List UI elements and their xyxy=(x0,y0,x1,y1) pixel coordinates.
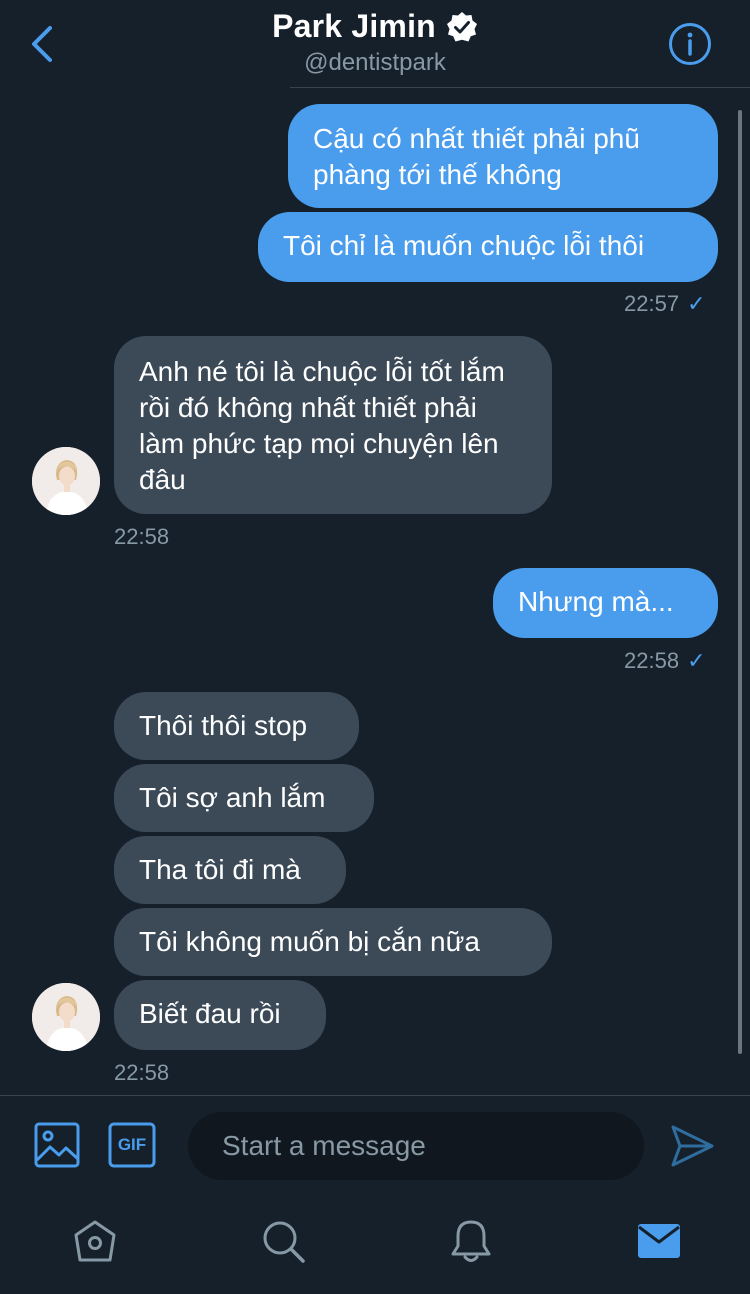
message-bubble-incoming[interactable]: Anh né tôi là chuộc lỗi tốt lắm rồi đó k… xyxy=(114,336,552,514)
message-bubble-incoming[interactable]: Tha tôi đi mà xyxy=(114,836,346,904)
messages-scrollbar[interactable] xyxy=(738,110,742,1054)
tab-search[interactable] xyxy=(260,1218,306,1264)
avatar[interactable] xyxy=(32,447,100,515)
message-text: Cậu có nhất thiết phải phũ phàng tới thế… xyxy=(313,123,640,190)
gif-label: GIF xyxy=(117,1135,147,1154)
avatar-photo-icon xyxy=(32,447,100,515)
message-text: Anh né tôi là chuộc lỗi tốt lắm rồi đó k… xyxy=(139,356,505,495)
message-bubble-incoming[interactable]: Tôi sợ anh lắm xyxy=(114,764,374,832)
image-icon xyxy=(34,1122,80,1168)
send-icon xyxy=(671,1125,714,1167)
add-image-button[interactable] xyxy=(34,1122,80,1168)
search-icon xyxy=(263,1221,305,1263)
message-timestamp: 22:58 ✓ xyxy=(624,648,706,673)
message-bubble-incoming[interactable]: Tôi không muốn bị cắn nữa xyxy=(114,908,552,976)
message-bubble-incoming[interactable]: Biết đau rồi xyxy=(114,980,326,1050)
tab-messages[interactable] xyxy=(636,1218,682,1264)
header-divider xyxy=(290,87,750,88)
message-bubble-incoming[interactable]: Thôi thôi stop xyxy=(114,692,359,760)
message-input-placeholder: Start a message xyxy=(222,1130,426,1161)
verified-badge-icon xyxy=(446,11,477,41)
read-check-icon: ✓ xyxy=(687,291,706,316)
messages-mail-icon xyxy=(638,1224,680,1258)
message-text: Tôi không muốn bị cắn nữa xyxy=(139,926,480,957)
composer-divider xyxy=(0,1095,750,1096)
avatar-photo-icon xyxy=(32,983,100,1051)
message-bubble-outgoing[interactable]: Cậu có nhất thiết phải phũ phàng tới thế… xyxy=(288,104,718,208)
conversation-title-block[interactable]: Park Jimin @dentistpark xyxy=(0,8,750,77)
message-text: Tôi chỉ là muốn chuộc lỗi thôi xyxy=(283,230,645,261)
message-text: Nhưng mà... xyxy=(518,586,674,617)
conversation-info-button[interactable] xyxy=(668,22,712,66)
message-timestamp: 22:58 xyxy=(114,1060,170,1085)
contact-handle: @dentistpark xyxy=(304,49,446,76)
add-gif-button[interactable]: GIF xyxy=(108,1122,156,1168)
message-bubble-outgoing[interactable]: Nhưng mà... xyxy=(493,568,718,638)
message-timestamp: 22:57 ✓ xyxy=(624,291,706,316)
tab-notifications[interactable] xyxy=(448,1218,494,1264)
tab-home[interactable] xyxy=(72,1218,118,1264)
message-text: Thôi thôi stop xyxy=(139,710,308,741)
message-input[interactable]: Start a message xyxy=(188,1112,644,1180)
avatar[interactable] xyxy=(32,983,100,1051)
message-timestamp: 22:58 xyxy=(114,524,170,549)
message-bubble-outgoing[interactable]: Tôi chỉ là muốn chuộc lỗi thôi xyxy=(258,212,718,282)
bottom-tab-bar xyxy=(0,1200,750,1294)
dm-conversation-screen: Park Jimin @dentistpark Cậu có nhất thiế… xyxy=(0,0,750,1294)
send-button[interactable] xyxy=(668,1122,716,1170)
read-check-icon: ✓ xyxy=(687,648,706,673)
conversation-header: Park Jimin @dentistpark xyxy=(0,0,750,88)
message-text: Tôi sợ anh lắm xyxy=(139,782,326,813)
info-icon xyxy=(669,23,711,65)
notifications-bell-icon xyxy=(451,1220,491,1262)
message-text: Biết đau rồi xyxy=(139,998,281,1029)
home-icon xyxy=(74,1220,116,1262)
contact-name: Park Jimin xyxy=(272,8,436,44)
message-text: Tha tôi đi mà xyxy=(139,854,301,885)
